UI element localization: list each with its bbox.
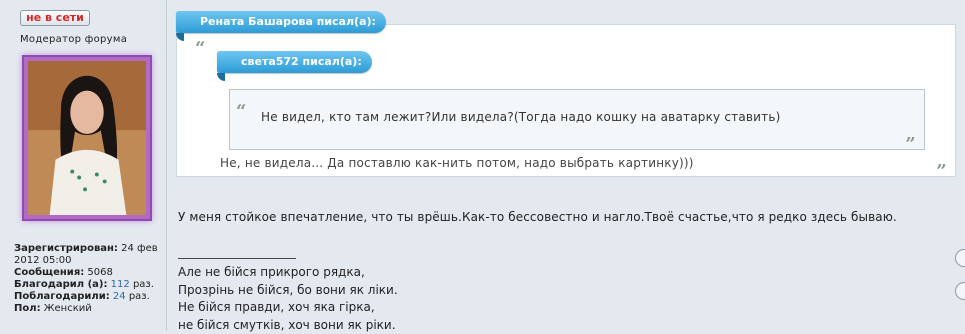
avatar[interactable] (22, 55, 152, 221)
inner-quote-box: “ Не видел, кто там лежит?Или видела?(То… (229, 89, 925, 150)
inner-quote-author-tag: света572 писал(а): (217, 51, 372, 73)
signature-divider (178, 258, 296, 259)
outer-quote-text: Не, не видела... Да поставлю как-нить по… (220, 156, 694, 170)
post-action-button[interactable] (955, 282, 965, 300)
post-body-text: У меня стойкое впечатление, что ты врёшь… (178, 210, 897, 224)
stat-registered-date: 2012 05:00 (14, 255, 164, 267)
offline-status-button[interactable]: не в сети (20, 10, 90, 26)
stat-registered: Зарегистрирован: 24 фев (14, 243, 164, 255)
open-quote-icon: “ (195, 40, 205, 58)
outer-quote-box: “ “ Не видел, кто там лежит?Или видела?(… (176, 24, 956, 177)
inner-quote-text: Не видел, кто там лежит?Или видела?(Тогд… (261, 110, 781, 124)
stat-thanked-by: Поблагодарили: 24 раз. (14, 291, 164, 303)
open-quote-icon: “ (236, 103, 246, 121)
signature-line: Не бійся правди, хоч яка гірка, (178, 299, 398, 317)
signature-line: не бійся смутків, хоч вони як ріки. (178, 317, 398, 334)
stat-gender: Пол: Женский (14, 303, 164, 315)
close-quote-icon: „ (937, 153, 947, 171)
signature-line: Прозрінь не бійся, бо вони як ліки. (178, 282, 398, 300)
outer-quote-author-tag: Рената Башарова писал(а): (176, 11, 386, 33)
post-action-button[interactable] (955, 249, 965, 267)
author-sidebar: не в сети Модератор форума Зарегистриров… (0, 0, 167, 331)
avatar-photo (28, 61, 146, 215)
profile-stats: Зарегистрирован: 24 фев 2012 05:00 Сообщ… (14, 243, 164, 315)
thanked-count-link[interactable]: 112 (111, 279, 130, 290)
close-quote-icon: „ (906, 126, 916, 144)
stat-messages: Сообщения: 5068 (14, 267, 164, 279)
signature: Але не бійся прикрого рядка, Прозрінь не… (178, 264, 398, 334)
post-content: “ “ Не видел, кто там лежит?Или видела?(… (176, 0, 965, 331)
thanked-by-count-link[interactable]: 24 (113, 291, 126, 302)
signature-line: Але не бійся прикрого рядка, (178, 264, 398, 282)
user-rank-title: Модератор форума (20, 34, 127, 45)
stat-thanked: Благодарил (а): 112 раз. (14, 279, 164, 291)
